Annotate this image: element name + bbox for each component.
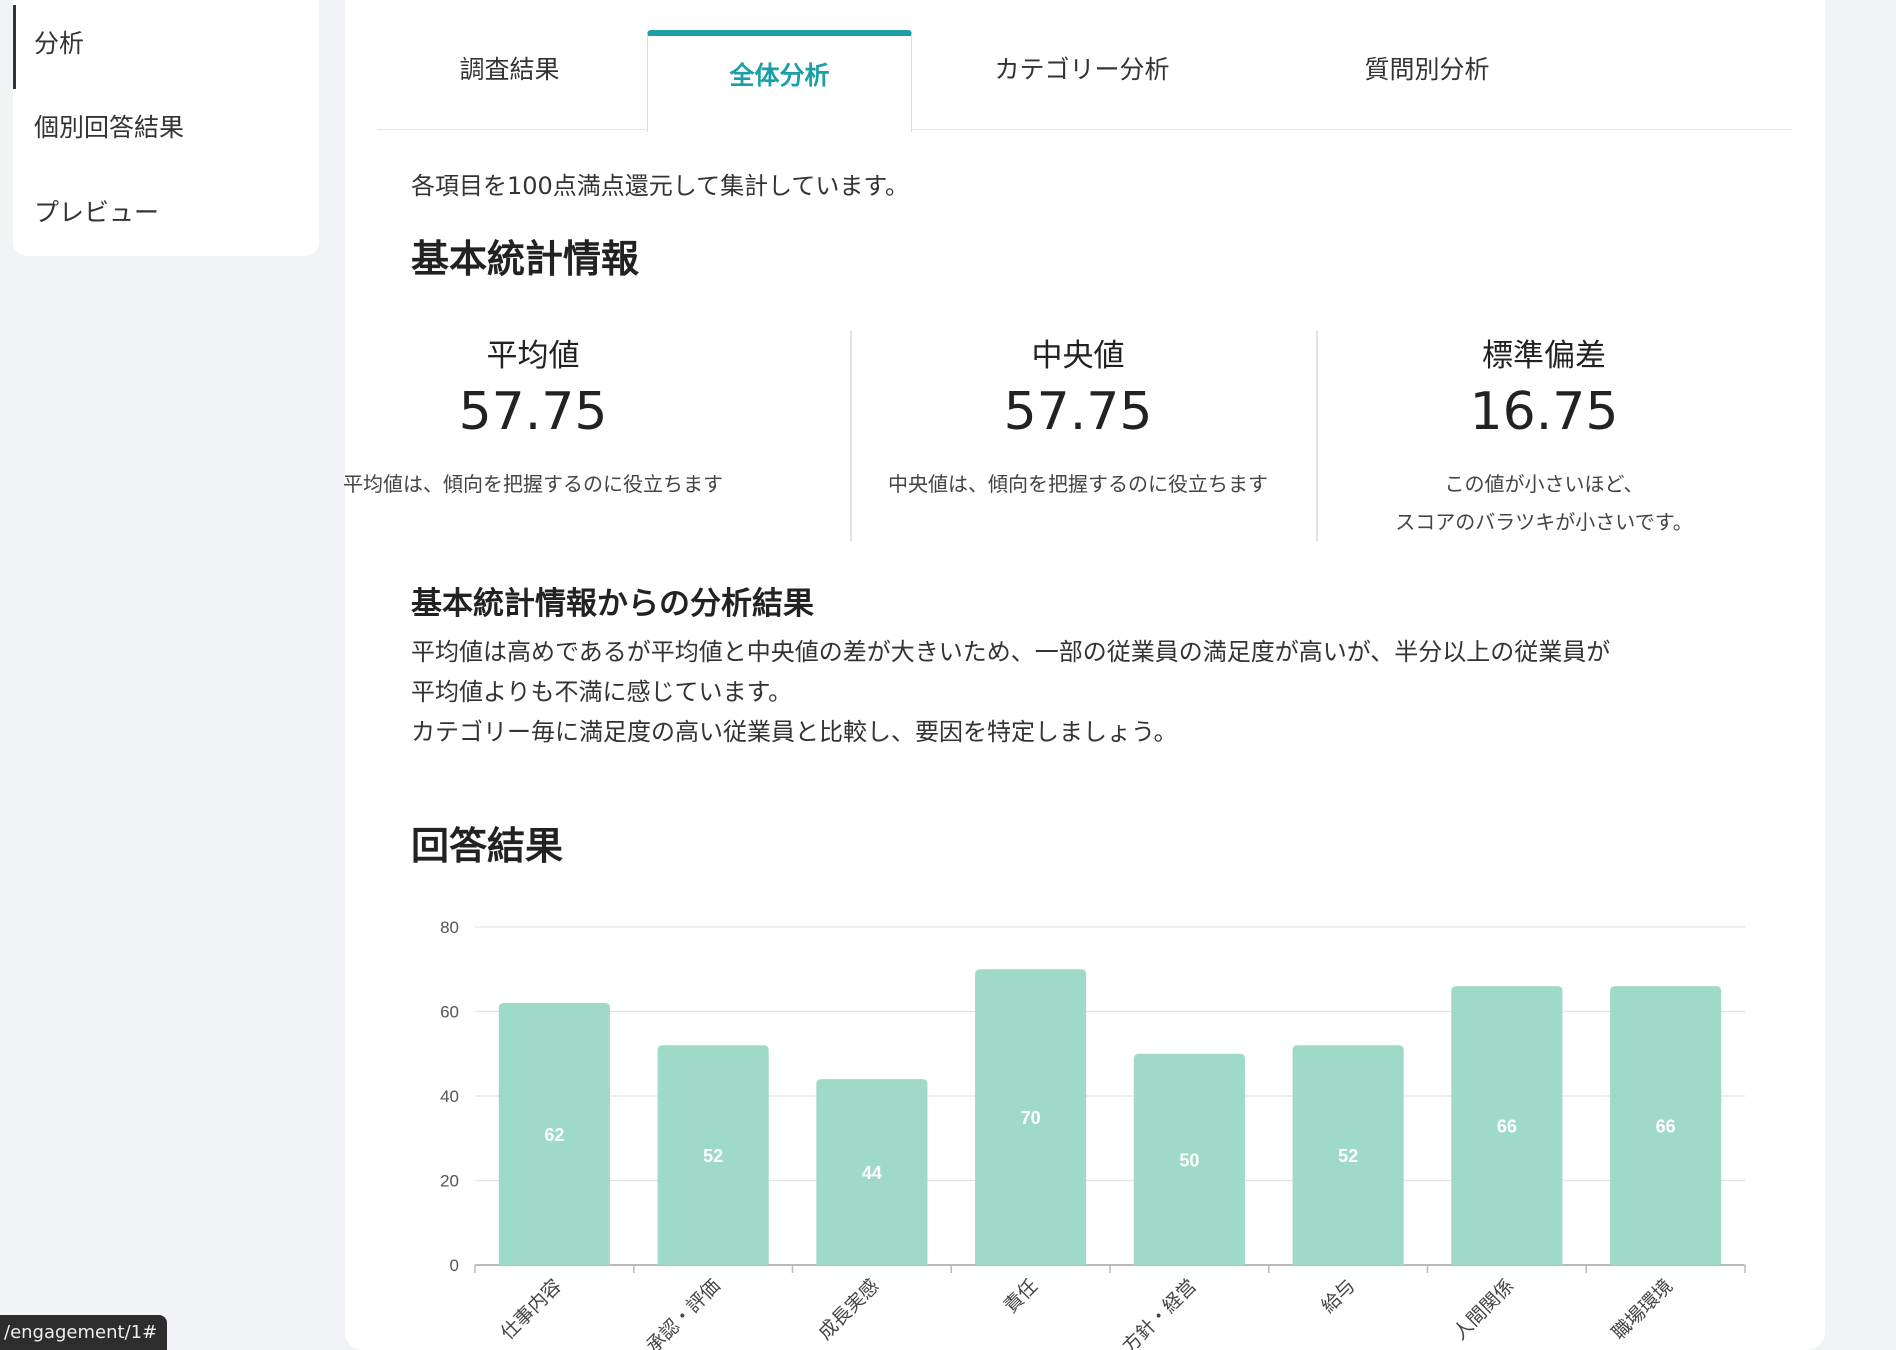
main-panel: 調査結果 全体分析 カテゴリー分析 質問別分析 各項目を100点満点還元して集計…: [343, 0, 1825, 1350]
data-label: 66: [1497, 1117, 1517, 1137]
x-tick-label: 方針・経営: [1118, 1275, 1201, 1350]
data-label: 62: [544, 1125, 564, 1145]
data-label: 52: [1338, 1146, 1358, 1166]
stat-description: 平均値は、傾向を把握するのに役立ちます: [343, 472, 723, 496]
x-tick-label: 成長実感: [814, 1275, 883, 1344]
tab-category-analysis[interactable]: カテゴリー分析: [912, 30, 1252, 130]
sidebar-item-label: プレビュー: [34, 198, 160, 227]
y-tick-label: 40: [440, 1087, 459, 1106]
stat-description: この値が小さいほど、 スコアのバラツキが小さいです。: [1311, 464, 1777, 542]
tab-label: 全体分析: [729, 61, 830, 90]
x-tick-label: 承認・評価: [642, 1275, 725, 1350]
stat-value: 57.75: [458, 382, 608, 442]
y-tick-label: 60: [440, 1003, 459, 1022]
tab-bar: 調査結果 全体分析 カテゴリー分析 質問別分析: [377, 30, 1792, 132]
sidebar-item-individual-results[interactable]: 個別回答結果: [13, 91, 319, 161]
tab-question-analysis[interactable]: 質問別分析: [1277, 30, 1577, 130]
y-tick-label: 20: [440, 1172, 459, 1191]
tab-label: 質問別分析: [1364, 55, 1490, 84]
analysis-text: 平均値は高めであるが平均値と中央値の差が大きいため、一部の従業員の満足度が高いが…: [411, 632, 1791, 752]
section-title-analysis: 基本統計情報からの分析結果: [411, 586, 814, 622]
x-tick-label: 仕事内容: [497, 1275, 566, 1344]
stat-label: 標準偏差: [1482, 338, 1606, 374]
x-tick-label: 職場環境: [1608, 1275, 1677, 1344]
y-tick-label: 80: [440, 918, 459, 937]
section-title-basic-stats: 基本統計情報: [411, 237, 640, 281]
sidebar-item-analysis[interactable]: 分析: [13, 5, 319, 89]
sidebar-item-label: 個別回答結果: [34, 113, 185, 142]
stat-median: 中央値 57.75 中央値は、傾向を把握するのに役立ちます: [845, 330, 1311, 540]
analysis-line: カテゴリー毎に満足度の高い従業員と比較し、要因を特定しましょう。: [411, 718, 1178, 746]
stat-description: 中央値は、傾向を把握するのに役立ちます: [888, 472, 1268, 496]
data-label: 66: [1656, 1117, 1676, 1137]
stat-label: 平均値: [486, 338, 580, 374]
tab-overall-analysis[interactable]: 全体分析: [647, 30, 912, 132]
results-bar-chart: 0 20 40 60 80 62 仕事内容 52 承認・評価 44 成長実感 70 責任 50 方針・経営 5…: [440, 918, 1746, 1350]
status-url-bar: /engagement/1#: [0, 1315, 168, 1350]
stat-description-line: スコアのバラツキが小さいです。: [1395, 510, 1693, 534]
stat-value: 57.75: [1003, 382, 1153, 442]
tab-survey-results[interactable]: 調査結果: [377, 30, 642, 130]
stat-mean: 平均値 57.75 平均値は、傾向を把握するのに役立ちます: [300, 330, 766, 540]
analysis-line: 平均値よりも不満に感じています。: [411, 678, 793, 706]
sidebar-item-preview[interactable]: プレビュー: [13, 176, 319, 246]
data-label: 70: [1021, 1108, 1041, 1128]
x-tick-label: 給与: [1317, 1275, 1359, 1317]
data-label: 52: [703, 1146, 723, 1166]
analysis-line: 平均値は高めであるが平均値と中央値の差が大きいため、一部の従業員の満足度が高いが…: [411, 638, 1611, 666]
stat-value: 16.75: [1469, 382, 1619, 442]
scoring-note: 各項目を100点満点還元して集計しています。: [411, 172, 909, 200]
tab-label: カテゴリー分析: [994, 55, 1170, 84]
sidebar: 分析 個別回答結果 プレビュー: [13, 0, 319, 256]
x-tick-label: 人間関係: [1449, 1275, 1518, 1344]
stat-label: 中央値: [1031, 338, 1125, 374]
data-label: 50: [1179, 1150, 1199, 1170]
x-tick-label: 責任: [1000, 1275, 1042, 1317]
y-tick-label: 0: [450, 1256, 459, 1275]
stat-description-line: この値が小さいほど、: [1444, 472, 1644, 496]
stat-std-dev: 標準偏差 16.75 この値が小さいほど、 スコアのバラツキが小さいです。: [1311, 330, 1777, 540]
sidebar-item-label: 分析: [34, 29, 85, 58]
tab-label: 調査結果: [459, 55, 560, 84]
data-label: 44: [862, 1163, 882, 1183]
section-title-results: 回答結果: [411, 824, 564, 868]
